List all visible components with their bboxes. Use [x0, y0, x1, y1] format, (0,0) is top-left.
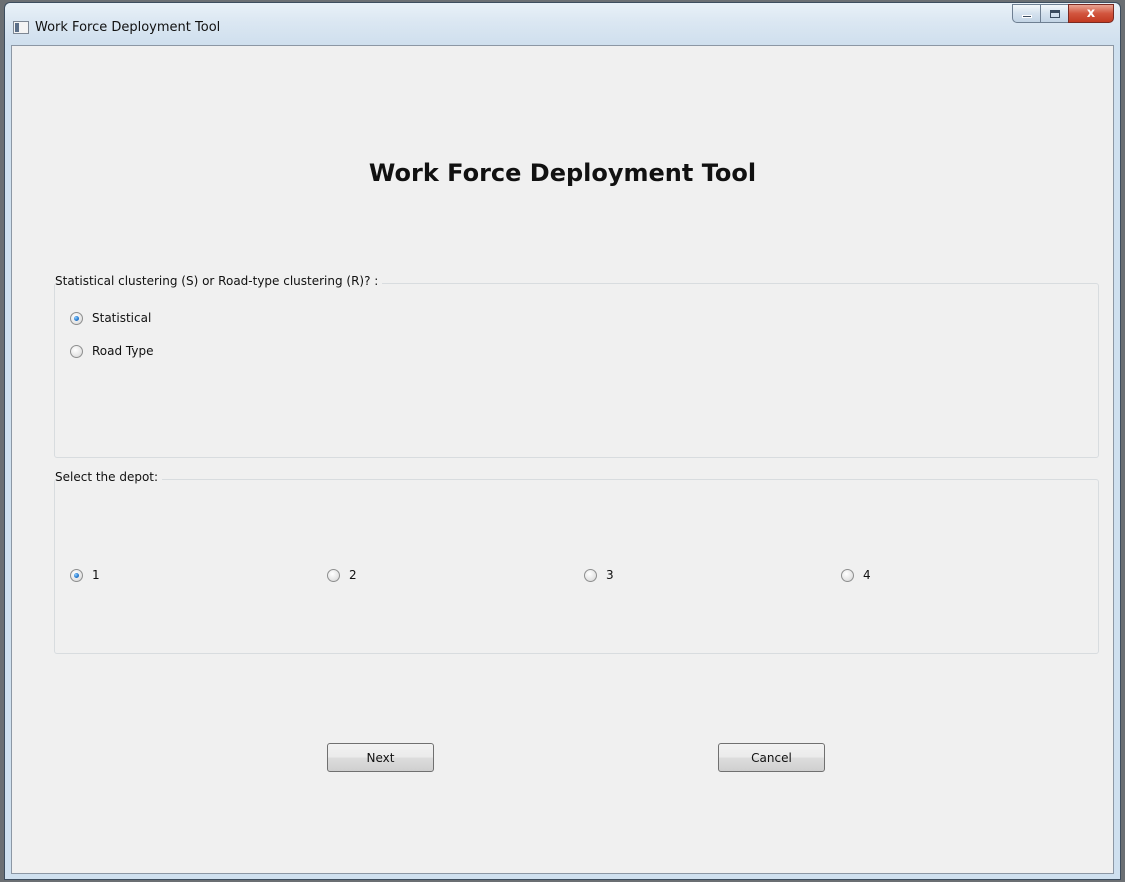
- app-icon: [13, 21, 29, 34]
- radio-road-type[interactable]: Road Type: [70, 344, 154, 358]
- radio-statistical-label: Statistical: [92, 311, 152, 325]
- maximize-button[interactable]: [1040, 4, 1068, 23]
- depot-groupbox: Select the depot: 1 2 3 4: [54, 470, 1099, 654]
- radio-depot-4[interactable]: 4: [841, 568, 871, 582]
- radio-depot-3-label: 3: [606, 568, 614, 582]
- radio-depot-2-button[interactable]: [327, 568, 340, 582]
- close-button[interactable]: x: [1068, 4, 1114, 23]
- title-bar[interactable]: Work Force Deployment Tool x: [5, 3, 1120, 45]
- maximize-icon: [1050, 10, 1060, 18]
- clustering-groupbox: Statistical clustering (S) or Road-type …: [54, 274, 1099, 458]
- radio-road-type-label: Road Type: [92, 344, 154, 358]
- radio-depot-2[interactable]: 2: [327, 568, 357, 582]
- window-title: Work Force Deployment Tool: [35, 20, 221, 35]
- minimize-button[interactable]: [1012, 4, 1040, 23]
- page-title: Work Force Deployment Tool: [368, 159, 757, 187]
- radio-depot-1[interactable]: 1: [70, 568, 100, 582]
- cancel-button[interactable]: Cancel: [718, 743, 825, 772]
- radio-depot-3[interactable]: 3: [584, 568, 614, 582]
- minimize-icon: [1022, 15, 1032, 18]
- depot-group-label: Select the depot:: [55, 470, 163, 484]
- radio-statistical-button[interactable]: [70, 311, 83, 325]
- app-window: Work Force Deployment Tool x Work Force …: [4, 2, 1121, 880]
- window-controls: x: [1012, 4, 1114, 24]
- radio-depot-1-button[interactable]: [70, 568, 83, 582]
- radio-depot-3-button[interactable]: [584, 568, 597, 582]
- close-icon: x: [1086, 6, 1096, 21]
- radio-statistical[interactable]: Statistical: [70, 311, 151, 325]
- radio-road-type-button[interactable]: [70, 344, 83, 358]
- next-button[interactable]: Next: [327, 743, 434, 772]
- radio-depot-1-label: 1: [92, 568, 100, 582]
- radio-depot-2-label: 2: [349, 568, 357, 582]
- radio-depot-4-label: 4: [863, 568, 871, 582]
- clustering-group-label: Statistical clustering (S) or Road-type …: [55, 274, 383, 288]
- radio-depot-4-button[interactable]: [841, 568, 854, 582]
- client-area: Work Force Deployment Tool Statistical c…: [11, 45, 1114, 874]
